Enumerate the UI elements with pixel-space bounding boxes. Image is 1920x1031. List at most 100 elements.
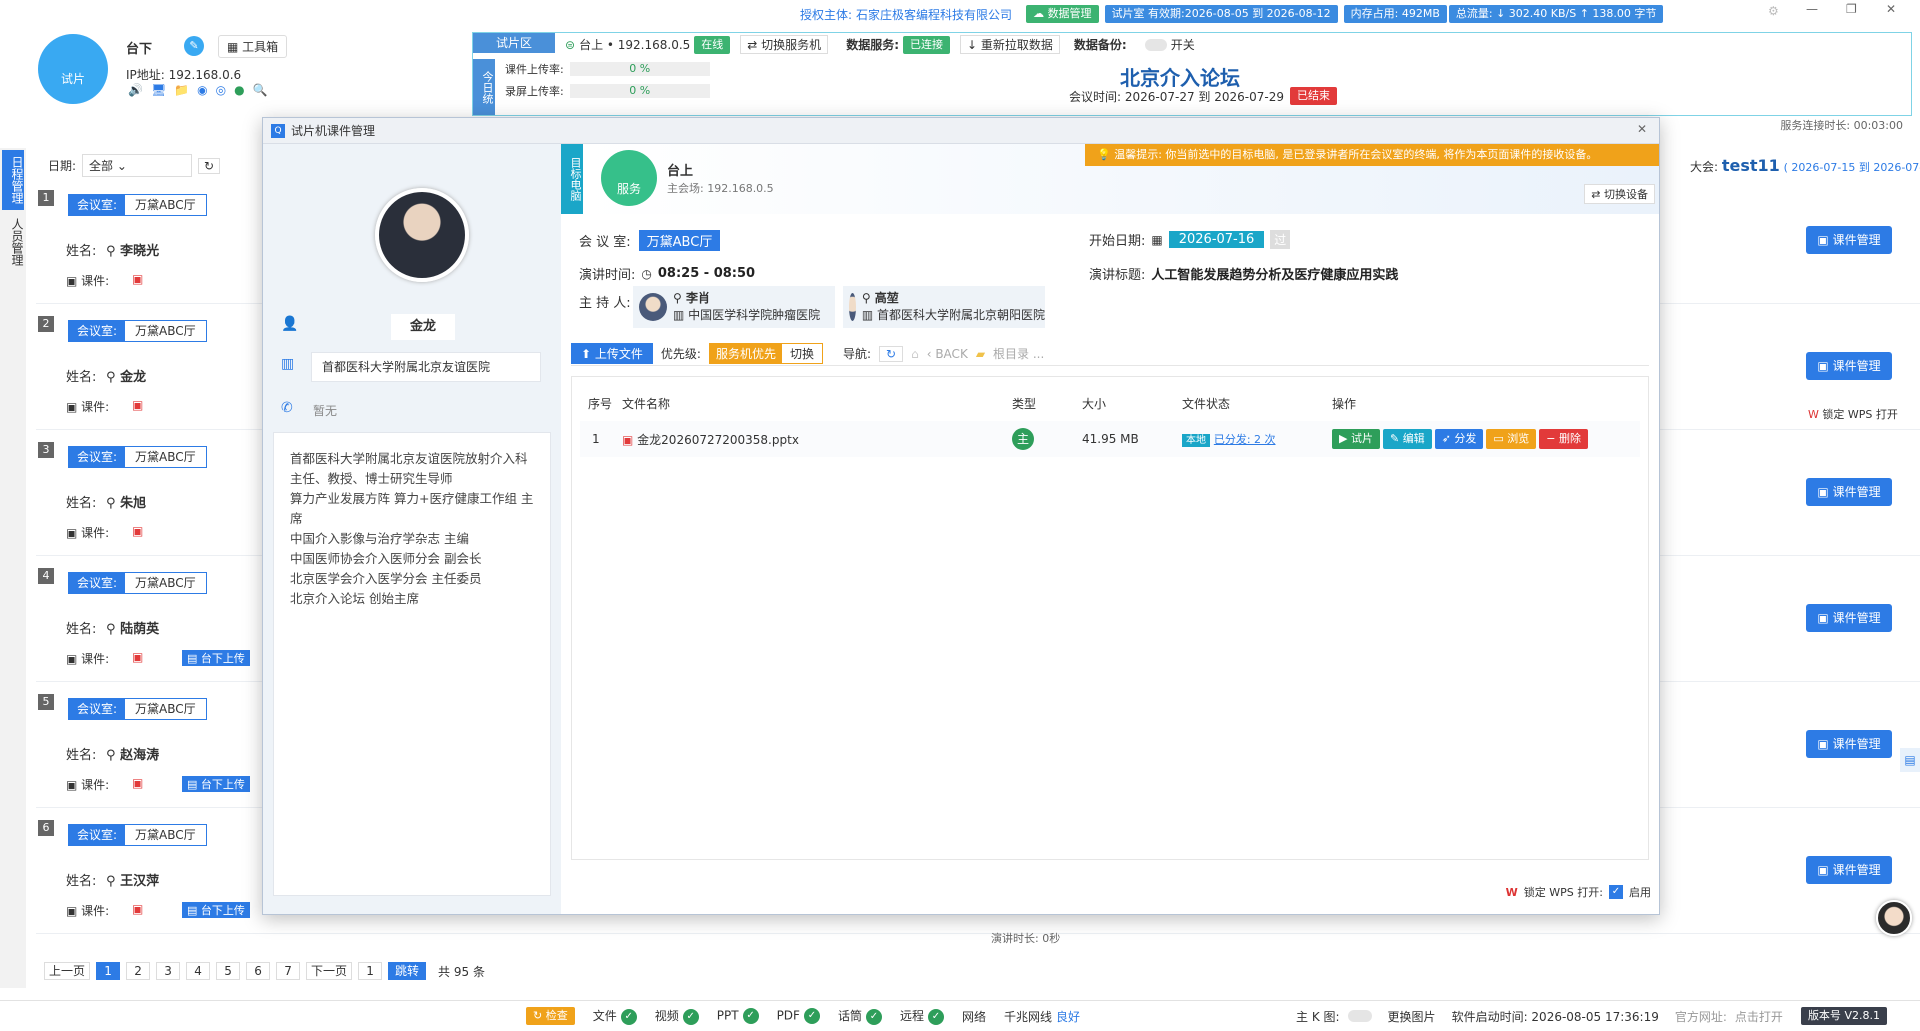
edit-button[interactable]: ✎ 编辑 (1382, 429, 1432, 449)
row-type: 主 (1012, 421, 1082, 457)
speaker-icon[interactable]: 🔊 (128, 83, 143, 97)
refresh-icon[interactable]: ↻ (198, 157, 221, 174)
status-remote: 远程 ✓ (900, 1007, 944, 1025)
speech-time-label: 演讲时间: (579, 268, 636, 283)
wps-icon: W (1505, 885, 1518, 899)
nav-people[interactable]: 人员管理 (2, 212, 24, 272)
chat-assistant-avatar[interactable] (1876, 900, 1912, 936)
pull-data-button[interactable]: ↓ 重新拉取数据 (960, 35, 1060, 54)
page-number-button[interactable]: 5 (216, 962, 241, 980)
ok-icon: ✓ (927, 1008, 944, 1025)
courseware-manage-button[interactable]: ▣ 课件管理 (1806, 478, 1892, 506)
speaker-name: ⚲ 朱旭 (106, 496, 147, 511)
jump-button[interactable]: 跳转 (388, 962, 427, 980)
official-site-link[interactable]: 点击打开 (1735, 1008, 1783, 1025)
calendar-icon: ▦ (1151, 232, 1163, 247)
change-image-button[interactable]: 更换图片 (1388, 1008, 1436, 1025)
prev-page-button[interactable]: 上一页 (44, 962, 91, 980)
toolbox-button[interactable]: ▦ 工具箱 (218, 35, 288, 58)
backup-switch-label: 开关 (1170, 38, 1195, 52)
settings-icon[interactable]: ⚙ (1768, 4, 1779, 18)
course-label: ▣ 课件: (66, 778, 110, 792)
person-icon: 👤 (281, 316, 299, 332)
priority-value: 服务机优先 (709, 344, 782, 363)
jump-page-input[interactable]: 1 (358, 962, 383, 980)
minimize-icon[interactable]: — (1806, 2, 1818, 16)
courseware-manage-button[interactable]: ▣ 课件管理 (1806, 730, 1892, 758)
meeting-room-tag: 会议室: 万黛ABC厅 (68, 320, 207, 342)
server-icon: ⊜ (565, 37, 576, 52)
main-k-label: 主 K 图: (1296, 1009, 1340, 1024)
row-file[interactable]: ▣ 金龙20260727200358.pptx (622, 421, 1012, 457)
nav-schedule[interactable]: 日程管理 (2, 150, 24, 210)
other-conference: 大会: test11 ( 2026-07-15 到 2026-07-17 ) (1690, 156, 1920, 175)
wps-enable-checkbox[interactable]: ✓ (1609, 885, 1623, 899)
data-management-button[interactable]: ☁ 数据管理 (1026, 5, 1099, 23)
next-page-button[interactable]: 下一页 (306, 962, 353, 980)
search-icon[interactable]: 🔍 (253, 83, 268, 97)
trial-button[interactable]: ▶ 试片 (1332, 429, 1380, 449)
monitor-icon[interactable]: 🖥 (151, 83, 166, 97)
status-file: 文件 ✓ (593, 1007, 637, 1025)
auth-company: 石家庄极客编程科技有限公司 (856, 7, 1013, 22)
speaker-bio: 首都医科大学附属北京友谊医院放射介入科主任、教授、博士研究生导师 算力产业发展方… (273, 432, 551, 896)
page-number-button[interactable]: 4 (186, 962, 211, 980)
priority-switch[interactable]: 切换 (782, 344, 822, 363)
courseware-manage-button[interactable]: ▣ 课件管理 (1806, 226, 1892, 254)
page-number-button[interactable]: 6 (246, 962, 271, 980)
host-label: 主 持 人: (579, 296, 631, 311)
courseware-manage-button[interactable]: ▣ 课件管理 (1806, 604, 1892, 632)
folder-icon[interactable]: 📁 (174, 83, 189, 97)
course-label: ▣ 课件: (66, 904, 110, 918)
side-chat-icon[interactable]: ▤ (1900, 748, 1920, 772)
priority-label: 优先级: (660, 347, 701, 361)
network-status: 良好 (1056, 1009, 1081, 1024)
restore-icon[interactable]: ❐ (1846, 2, 1857, 16)
card-index: 5 (38, 694, 54, 710)
dialog-app-icon: Q (271, 123, 285, 138)
courseware-manage-button[interactable]: ▣ 课件管理 (1806, 352, 1892, 380)
globe-icon[interactable]: ◉ (197, 83, 207, 97)
upload-rate-label: 课件上传率: (505, 63, 564, 76)
course-label: ▣ 课件: (66, 652, 110, 666)
upload-file-button[interactable]: ⬆ 上传文件 (571, 343, 653, 364)
page-number-button[interactable]: 1 (96, 962, 121, 980)
nav-back-button[interactable]: ‹ BACK (927, 347, 968, 361)
distribute-button[interactable]: ➶ 分发 (1434, 429, 1484, 449)
name-label: 姓名: (66, 748, 97, 763)
meeting-room-tag: 会议室: 万黛ABC厅 (68, 446, 207, 468)
backup-toggle[interactable] (1144, 38, 1167, 51)
table-row[interactable]: 1 ▣ 金龙20260727200358.pptx 主 41.95 MB 本地 … (580, 421, 1640, 457)
trial-zone-tab[interactable]: 试片区 (473, 33, 555, 53)
wps-lock-right[interactable]: W 锁定 WPS 打开 (1808, 406, 1898, 422)
wechat-icon[interactable]: ● (234, 83, 244, 97)
network-icon[interactable]: ◎ (216, 83, 226, 97)
page-number-button[interactable]: 3 (156, 962, 181, 980)
priority-toggle[interactable]: 服务机优先 切换 (708, 343, 823, 364)
check-button[interactable]: ↻ 检查 (526, 1007, 575, 1025)
browse-button[interactable]: ▭ 浏览 (1486, 429, 1537, 449)
nav-home-icon[interactable]: ⌂ (911, 347, 919, 361)
page-number-button[interactable]: 7 (276, 962, 301, 980)
delete-button[interactable]: − 删除 (1539, 429, 1589, 449)
nav-refresh-icon[interactable]: ↻ (879, 345, 904, 362)
pptx-icon: ▣ (132, 398, 144, 412)
top-status-strip: 授权主体: 石家庄极客编程科技有限公司 ☁ 数据管理 试片室 有效期:2026-… (0, 0, 1920, 26)
distributed-link[interactable]: 已分发: 2 次 (1214, 433, 1276, 446)
ok-icon: ✓ (682, 1008, 699, 1025)
courseware-manage-button[interactable]: ▣ 课件管理 (1806, 856, 1892, 884)
main-k-toggle[interactable] (1347, 1010, 1372, 1022)
target-pc-icon: 服务 (601, 150, 657, 206)
switch-server-button[interactable]: ⇄ 切换服务机 (740, 35, 829, 54)
host-avatar (849, 293, 856, 321)
switch-device-button[interactable]: ⇄ 切换设备 (1584, 184, 1655, 204)
speech-title-label: 演讲标题: (1089, 268, 1146, 283)
date-filter-label: 日期: (48, 159, 77, 173)
host-org: ▥ 首都医科大学附属北京朝阳医院 (861, 308, 1045, 322)
speech-title-value: 人工智能发展趋势分析及医疗健康应用实践 (1151, 268, 1399, 283)
dialog-close-icon[interactable]: ✕ (1637, 122, 1647, 136)
date-filter-select[interactable]: 全部 ⌄ (82, 154, 193, 177)
edit-icon[interactable]: ✎ (184, 36, 204, 56)
page-number-button[interactable]: 2 (126, 962, 151, 980)
close-window-icon[interactable]: ✕ (1886, 2, 1896, 16)
